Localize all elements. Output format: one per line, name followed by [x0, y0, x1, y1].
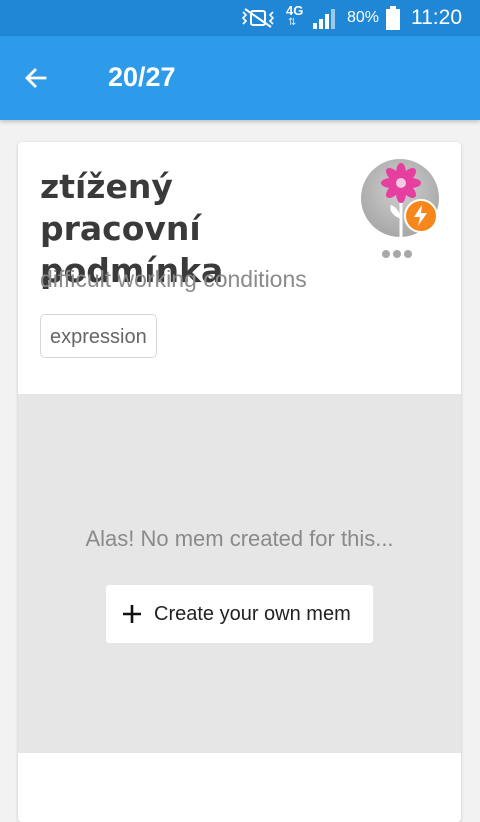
lightning-icon	[414, 205, 427, 226]
battery-icon	[386, 6, 400, 30]
network-type: 4G	[286, 3, 304, 18]
more-options-button[interactable]	[382, 250, 416, 264]
lightning-badge	[404, 199, 438, 233]
clock: 11:20	[411, 6, 462, 29]
word-translation: difficult working conditions	[40, 266, 307, 292]
signal-icon	[313, 9, 335, 29]
page-counter: 20/27	[108, 62, 176, 92]
create-mem-label: Create your own mem	[154, 603, 351, 625]
app-bar: 20/27	[0, 36, 480, 120]
word-card: ztížený pracovní podmínka difficult work…	[18, 142, 461, 822]
no-mem-message: Alas! No mem created for this...	[85, 526, 394, 551]
battery-percentage: 80%	[347, 9, 380, 26]
create-mem-button[interactable]: Create your own mem	[106, 585, 373, 643]
vibrate-mute-icon	[241, 8, 275, 28]
dot	[393, 250, 401, 258]
arrow-left-icon	[25, 68, 47, 88]
back-button[interactable]	[14, 56, 58, 100]
part-of-speech-tag: expression	[40, 314, 157, 358]
dot	[382, 250, 390, 258]
plus-icon	[123, 605, 141, 623]
data-activity-icon: ⇅	[288, 17, 296, 28]
status-bar: 4G ⇅ 80% 11:20	[0, 0, 480, 36]
dot	[404, 250, 412, 258]
mem-panel: Alas! No mem created for this... Create …	[18, 394, 461, 753]
